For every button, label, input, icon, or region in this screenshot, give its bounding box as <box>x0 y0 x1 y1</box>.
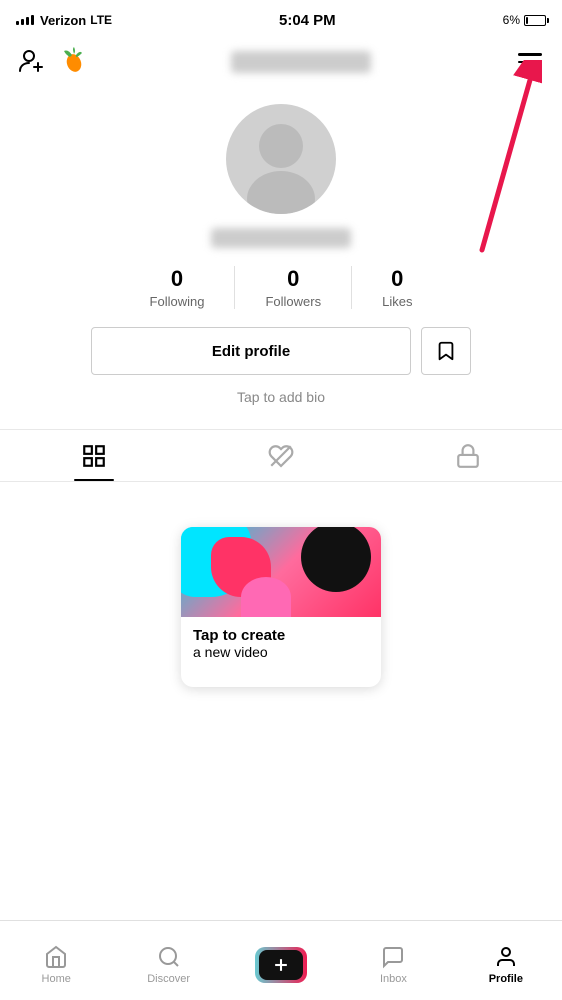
add-user-icon[interactable] <box>16 45 46 80</box>
tab-grid[interactable] <box>0 430 187 481</box>
top-nav <box>0 36 562 88</box>
battery-icon <box>524 15 546 26</box>
create-card-text: Tap to create a new video <box>181 617 381 668</box>
create-card[interactable]: Tap to create a new video <box>181 527 381 687</box>
tabs-row <box>0 430 562 482</box>
hamburger-lines <box>518 53 542 71</box>
followers-count: 0 <box>287 266 299 292</box>
carrot-icon[interactable] <box>58 45 88 80</box>
bookmark-button[interactable] <box>421 327 471 375</box>
create-card-art <box>181 527 381 617</box>
nav-profile[interactable]: Profile <box>450 921 562 1000</box>
nav-plus-button[interactable] <box>255 947 307 983</box>
stats-row: 0 Following 0 Followers 0 Likes <box>20 266 542 309</box>
nav-create[interactable] <box>225 921 337 1000</box>
network-label: LTE <box>90 13 112 27</box>
content-area: Tap to create a new video <box>0 482 562 732</box>
avatar <box>226 104 336 214</box>
tab-private[interactable] <box>375 430 562 481</box>
action-buttons: Edit profile <box>91 327 471 375</box>
bio-placeholder[interactable]: Tap to add bio <box>237 389 325 405</box>
stat-followers[interactable]: 0 Followers <box>235 266 352 309</box>
nav-profile-label: Profile <box>489 973 523 985</box>
username-blurred-profile <box>211 228 351 248</box>
signal-bars <box>16 15 34 25</box>
time-label: 5:04 PM <box>279 12 336 29</box>
status-bar: Verizon LTE 5:04 PM 6% <box>0 0 562 36</box>
stat-likes[interactable]: 0 Likes <box>352 266 442 309</box>
nav-discover-label: Discover <box>147 973 190 985</box>
profile-section: 0 Following 0 Followers 0 Likes Edit pro… <box>0 88 562 425</box>
status-right: 6% <box>503 13 546 27</box>
create-card-subtitle: a new video <box>193 644 369 660</box>
tab-liked[interactable] <box>187 430 374 481</box>
edit-profile-button[interactable]: Edit profile <box>91 327 411 375</box>
bottom-nav: Home Discover Inbox Profile <box>0 920 562 1000</box>
nav-home[interactable]: Home <box>0 921 112 1000</box>
battery-percent: 6% <box>503 13 520 27</box>
nav-inbox[interactable]: Inbox <box>337 921 449 1000</box>
likes-label: Likes <box>382 294 412 309</box>
top-nav-left <box>16 45 88 80</box>
following-label: Following <box>150 294 205 309</box>
status-left: Verizon LTE <box>16 13 112 28</box>
following-count: 0 <box>171 266 183 292</box>
likes-count: 0 <box>391 266 403 292</box>
hamburger-menu-button[interactable] <box>514 49 546 75</box>
nav-home-label: Home <box>42 973 71 985</box>
nav-discover[interactable]: Discover <box>112 921 224 1000</box>
username-blurred-top <box>231 51 371 73</box>
stat-following[interactable]: 0 Following <box>120 266 236 309</box>
carrier-label: Verizon <box>40 13 86 28</box>
followers-label: Followers <box>265 294 321 309</box>
create-card-title: Tap to create <box>193 627 369 644</box>
battery-fill <box>526 17 528 24</box>
nav-inbox-label: Inbox <box>380 973 407 985</box>
